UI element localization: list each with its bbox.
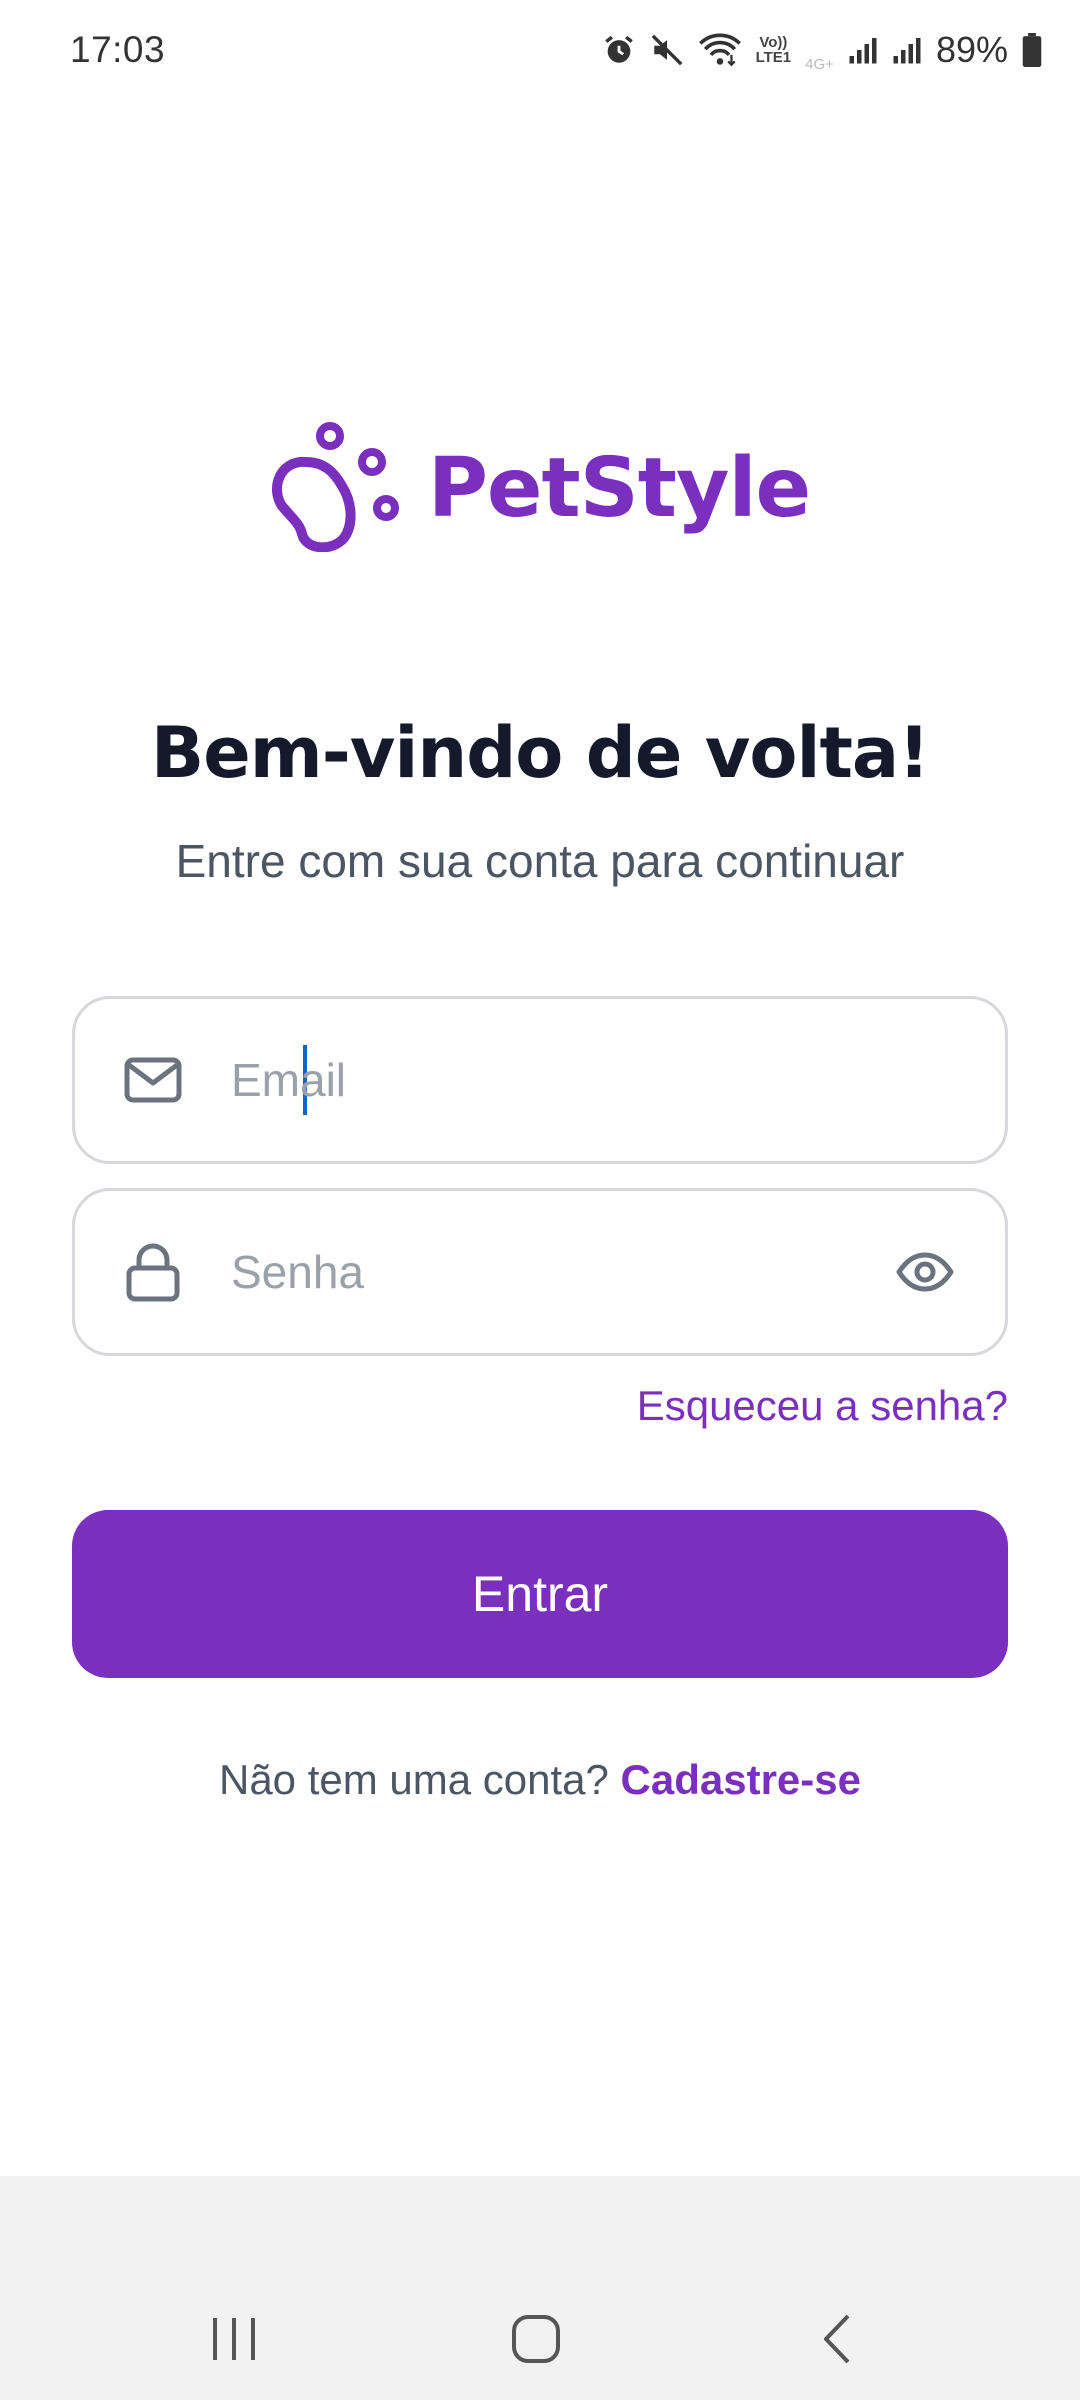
- eye-icon[interactable]: [893, 1240, 957, 1304]
- lte-label: LTE1: [755, 49, 792, 66]
- recents-icon[interactable]: [174, 2294, 294, 2384]
- logo-text: PetStyle: [427, 441, 811, 536]
- battery-icon: [1022, 33, 1042, 67]
- signup-prompt: Não tem uma conta?: [218, 1756, 609, 1803]
- network-type: 4G+: [805, 55, 834, 73]
- login-button[interactable]: Entrar: [72, 1510, 1008, 1678]
- page-title: Bem-vindo de volta!: [150, 712, 930, 794]
- status-time: 17:03: [70, 29, 166, 70]
- home-icon[interactable]: [476, 2294, 596, 2384]
- mute-icon: [650, 33, 684, 67]
- password-input[interactable]: [231, 1191, 931, 1353]
- alarm-icon: [602, 33, 636, 67]
- status-icons: Vo)) LTE1 4G+ 89%: [602, 28, 1042, 73]
- forgot-password-link[interactable]: Esqueceu a senha?: [637, 1382, 1008, 1430]
- signal-icon-2: [892, 35, 922, 65]
- paw-icon: [270, 420, 402, 557]
- signup-row: Não tem uma conta? Cadastre-se: [0, 1756, 1080, 1804]
- email-input[interactable]: [231, 999, 931, 1161]
- page-subtitle: Entre com sua conta para continuar: [175, 835, 905, 887]
- email-field[interactable]: [72, 996, 1008, 1164]
- volte-label: Vo)): [759, 34, 788, 51]
- app-logo: PetStyle: [0, 420, 1080, 557]
- password-field[interactable]: [72, 1188, 1008, 1356]
- volte-indicator: Vo)) LTE1: [756, 35, 792, 65]
- signup-link[interactable]: Cadastre-se: [621, 1756, 861, 1803]
- battery-percent: 89%: [935, 29, 1008, 70]
- wifi-icon: [698, 32, 742, 68]
- status-bar: 17:03 Vo)) LTE1 4G+ 89%: [0, 0, 1080, 100]
- login-screen: 17:03 Vo)) LTE1 4G+ 89% PetStyle Bem-vin…: [0, 0, 1080, 2400]
- lock-icon: [123, 1242, 183, 1302]
- navigation-bar: [0, 2176, 1080, 2400]
- mail-icon: [123, 1050, 183, 1110]
- signal-icon-1: [848, 35, 878, 65]
- back-icon[interactable]: [778, 2294, 898, 2384]
